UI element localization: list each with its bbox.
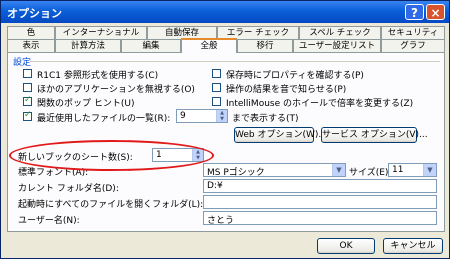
ignore-apps-checkbox[interactable]: [23, 83, 32, 92]
tab-calculation[interactable]: 計算方法: [55, 39, 121, 52]
size-combo[interactable]: 11 ▼: [388, 163, 437, 177]
user-name-label: ユーザー名(N):: [18, 216, 80, 226]
help-button[interactable]: ?: [405, 4, 424, 20]
size-value: 11: [392, 165, 404, 175]
function-tooltips-checkbox[interactable]: [23, 95, 32, 106]
folder-value: D:¥: [207, 181, 223, 191]
ok-button[interactable]: OK: [317, 238, 375, 254]
font-label: 標準フォント(A):: [18, 168, 89, 178]
cancel-button[interactable]: キャンセル: [383, 238, 443, 254]
feedback-sound-label: 操作の結果を音で知らせる(P): [226, 85, 347, 95]
prompt-properties-label: 保存時にプロパティを確認する(P): [226, 71, 364, 81]
r1c1-label: R1C1 参照形式を使用する(C): [37, 71, 159, 81]
general-panel: 設定 R1C1 参照形式を使用する(C) ほかのアプリケーションを無視する(O)…: [7, 52, 445, 232]
size-label: サイズ(E):: [349, 168, 392, 178]
intellimouse-zoom-label: IntelliMouse のホイールで倍率を変更する(Z): [226, 99, 414, 109]
r1c1-checkbox[interactable]: [23, 69, 32, 78]
recent-files-value: 9: [180, 111, 186, 121]
sheets-value: 1: [156, 150, 162, 160]
function-tooltips-label: 関数のポップ ヒント(U): [37, 99, 135, 109]
spinner-arrows-icon[interactable]: ▲ ▼: [216, 110, 227, 122]
web-options-button[interactable]: Web オプション(W)...: [234, 127, 327, 143]
tab-chart[interactable]: グラフ: [381, 39, 445, 52]
sheets-spinner[interactable]: 1 ▲ ▼: [152, 148, 204, 162]
tab-international[interactable]: インターナショナル: [55, 26, 147, 39]
folder-input[interactable]: D:¥: [203, 179, 437, 193]
group-divider: [30, 61, 440, 62]
recent-files-checkbox[interactable]: [23, 110, 32, 121]
ignore-apps-label: ほかのアプリケーションを無視する(O): [37, 85, 195, 95]
options-dialog: オプション ? × 色 インターナショナル 自動保存 エラー チェック スペル …: [0, 0, 450, 259]
tab-spell-check[interactable]: スペル チェック: [299, 26, 381, 39]
tab-transition[interactable]: 移行: [237, 39, 293, 52]
recent-files-label: 最近使用したファイルの一覧(R):: [37, 114, 171, 124]
user-name-input[interactable]: さとう: [203, 211, 437, 226]
chevron-down-icon[interactable]: ▼: [332, 164, 345, 176]
feedback-sound-checkbox[interactable]: [212, 83, 221, 92]
tab-view[interactable]: 表示: [7, 39, 55, 52]
intellimouse-zoom-checkbox[interactable]: [212, 97, 221, 106]
settings-group-label: 設定: [13, 58, 32, 68]
font-value: MS Pゴシック: [207, 168, 265, 178]
tab-edit[interactable]: 編集: [121, 39, 181, 52]
folder-label: カレント フォルダ名(D):: [18, 184, 119, 194]
spinner-arrows-icon[interactable]: ▲ ▼: [192, 149, 203, 161]
startup-folder-input[interactable]: [203, 195, 437, 209]
title-bar: オプション ? ×: [1, 1, 449, 23]
prompt-properties-checkbox[interactable]: [212, 69, 221, 78]
sheets-label: 新しいブックのシート数(S):: [18, 153, 133, 163]
tab-custom-lists[interactable]: ユーザー設定リスト: [293, 39, 381, 52]
startup-folder-label: 起動時にすべてのファイルを開くフォルダ(L):: [18, 200, 204, 210]
close-button[interactable]: ×: [426, 4, 445, 20]
window-title: オプション: [7, 7, 62, 20]
tab-security[interactable]: セキュリティ: [381, 26, 445, 39]
tab-general[interactable]: 全般: [181, 38, 237, 53]
chevron-down-icon[interactable]: ▼: [423, 164, 436, 176]
recent-files-suffix: まで表示する(T): [232, 114, 299, 124]
recent-files-spinner[interactable]: 9 ▲ ▼: [176, 109, 228, 123]
tab-color[interactable]: 色: [7, 26, 55, 39]
service-options-button[interactable]: サービス オプション(V)...: [321, 127, 428, 143]
user-name-value: さとう: [207, 216, 235, 226]
font-combo[interactable]: MS Pゴシック ▼: [203, 163, 346, 178]
